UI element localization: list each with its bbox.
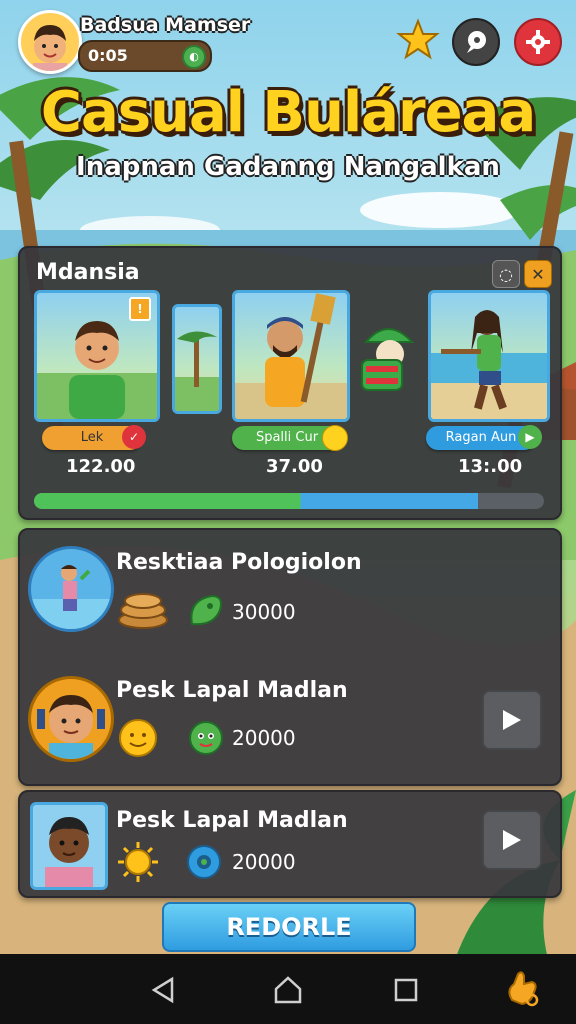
character-value-2: 37.00	[266, 456, 323, 477]
quest-reward-1: 30000	[232, 600, 296, 624]
nav-home-button[interactable]	[270, 972, 306, 1008]
quest-reward-3: 20000	[232, 850, 296, 874]
game-subtitle: Inapnan Gadanng Nangalkan	[76, 152, 500, 182]
player-name: Badsua Mamser	[80, 14, 251, 36]
close-button[interactable]: ✕	[524, 260, 552, 288]
quest-avatar-3	[30, 802, 108, 890]
character-value-3: 13:.00	[458, 456, 523, 477]
character-card-2[interactable]	[232, 290, 350, 422]
close-icon: ✕	[531, 264, 545, 284]
nav-game-button[interactable]	[500, 966, 544, 1010]
settings-button[interactable]	[514, 18, 562, 66]
top-hud: Badsua Mamser 0:05 ◐	[0, 0, 576, 80]
heart-check-icon: ✓	[122, 425, 146, 449]
character-label-1[interactable]: Lek ✓	[42, 425, 146, 450]
android-nav-bar	[0, 954, 576, 1024]
game-title: Casual Buláreaa	[40, 80, 536, 145]
quest-play-button-3[interactable]	[482, 810, 542, 870]
quest-title-3: Pesk Lapal Madlan	[116, 808, 348, 833]
character-value-1: 122.00	[66, 456, 136, 477]
palm-thumbnail	[175, 331, 219, 411]
panel-title: Mdansia	[36, 260, 140, 285]
character-card-small[interactable]	[172, 304, 222, 414]
quest-panel: Resktiaa Pologiolon 30000 Pesk Lapal Mad…	[18, 528, 562, 786]
nav-back-button[interactable]	[146, 972, 182, 1008]
quest-avatar-2	[28, 676, 114, 762]
smiling-sun-coin-icon	[119, 719, 157, 757]
panel-progress-bar	[34, 493, 544, 509]
star-button[interactable]	[396, 18, 440, 62]
redorle-button[interactable]: REDORLE	[162, 902, 416, 952]
score-value: 0:05	[88, 46, 128, 65]
recents-square-icon	[394, 978, 418, 1002]
character-label-3[interactable]: Ragan Aun ▶	[426, 425, 542, 450]
leaf-coin-icon: ◐	[182, 45, 206, 69]
play-icon	[503, 830, 521, 850]
character-card-3[interactable]	[428, 290, 550, 422]
sun-coin-icon	[118, 842, 158, 882]
quest-reward-2: 20000	[232, 726, 296, 750]
character-name: Lek	[80, 430, 104, 445]
blue-gear-token-icon	[187, 845, 221, 879]
orange-pointer-hand-icon	[508, 971, 539, 1007]
score-display: 0:05 ◐	[78, 40, 212, 72]
green-creature-token-icon	[189, 721, 223, 755]
back-triangle-icon	[151, 976, 174, 1004]
nav-recents-button[interactable]	[388, 972, 424, 1008]
character-portrait	[235, 293, 347, 419]
player-avatar[interactable]	[18, 10, 82, 74]
character-card-1[interactable]: !	[34, 290, 160, 422]
quest-title-1: Resktiaa Pologiolon	[116, 550, 362, 575]
green-leaf-gem-icon	[190, 594, 222, 626]
character-label-2[interactable]: Spalli Cur	[232, 425, 348, 451]
quest-title-2: Pesk Lapal Madlan	[116, 678, 348, 703]
refresh-icon: ◌	[499, 264, 513, 284]
quest-avatar-1	[28, 546, 114, 632]
settings-gear-icon	[526, 30, 550, 54]
home-icon	[274, 976, 302, 1004]
alert-badge-icon: !	[129, 297, 151, 321]
chat-icon	[467, 31, 486, 53]
star-icon	[396, 18, 440, 60]
green-hat-creature-icon	[361, 328, 415, 391]
play-icon	[503, 710, 521, 730]
chat-button[interactable]	[452, 18, 500, 66]
refresh-button[interactable]: ◌	[492, 260, 520, 288]
character-panel: Mdansia ◌ ✕ ! Lek ✓ 122.00 Spalli Cur 37…	[18, 246, 562, 520]
character-name: Ragan Aun	[445, 430, 517, 445]
gold-coin-icon	[322, 425, 348, 451]
character-name: Spalli Cur	[255, 430, 319, 445]
quest-play-button-2[interactable]	[482, 690, 542, 750]
bread-stack-icon	[118, 593, 168, 629]
play-arrow-icon: ▶	[518, 425, 542, 449]
progress-fill	[34, 493, 478, 509]
character-portrait	[431, 310, 547, 419]
quest-panel-2: Pesk Lapal Madlan 20000	[18, 790, 562, 898]
